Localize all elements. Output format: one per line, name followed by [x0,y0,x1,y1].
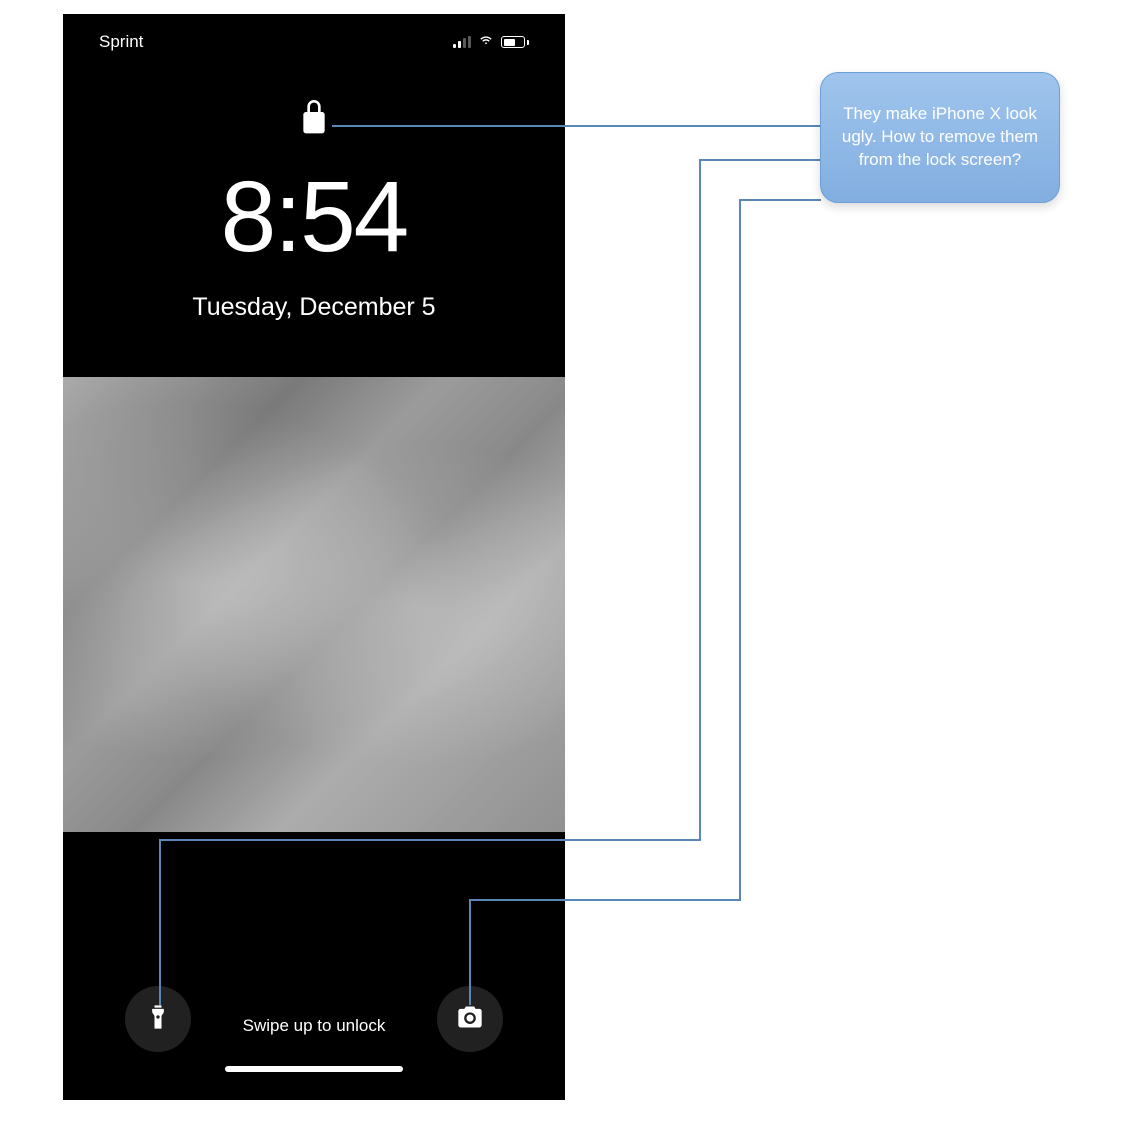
annotation-callout: They make iPhone X look ugly. How to rem… [820,72,1060,203]
bottom-controls: Swipe up to unlock [63,986,565,1072]
flashlight-button[interactable] [125,986,191,1052]
carrier-label: Sprint [99,32,143,52]
wifi-icon [477,32,495,52]
lockscreen-time: 8:54 [63,167,565,267]
callout-text: They make iPhone X look ugly. How to rem… [842,104,1038,169]
flashlight-icon [144,1003,172,1036]
swipe-hint-text: Swipe up to unlock [243,1016,386,1036]
wallpaper-image [63,377,565,832]
status-right-cluster [453,32,529,52]
lockscreen-date: Tuesday, December 5 [63,293,565,322]
home-indicator-bar[interactable] [225,1066,403,1072]
lock-icon [63,95,565,137]
status-bar: Sprint [63,14,565,60]
cellular-signal-icon [453,36,471,48]
camera-button[interactable] [437,986,503,1052]
battery-icon [501,36,529,48]
camera-icon [456,1003,484,1036]
iphone-lockscreen: Sprint 8:54 Tuesday, December 5 [63,14,565,1100]
